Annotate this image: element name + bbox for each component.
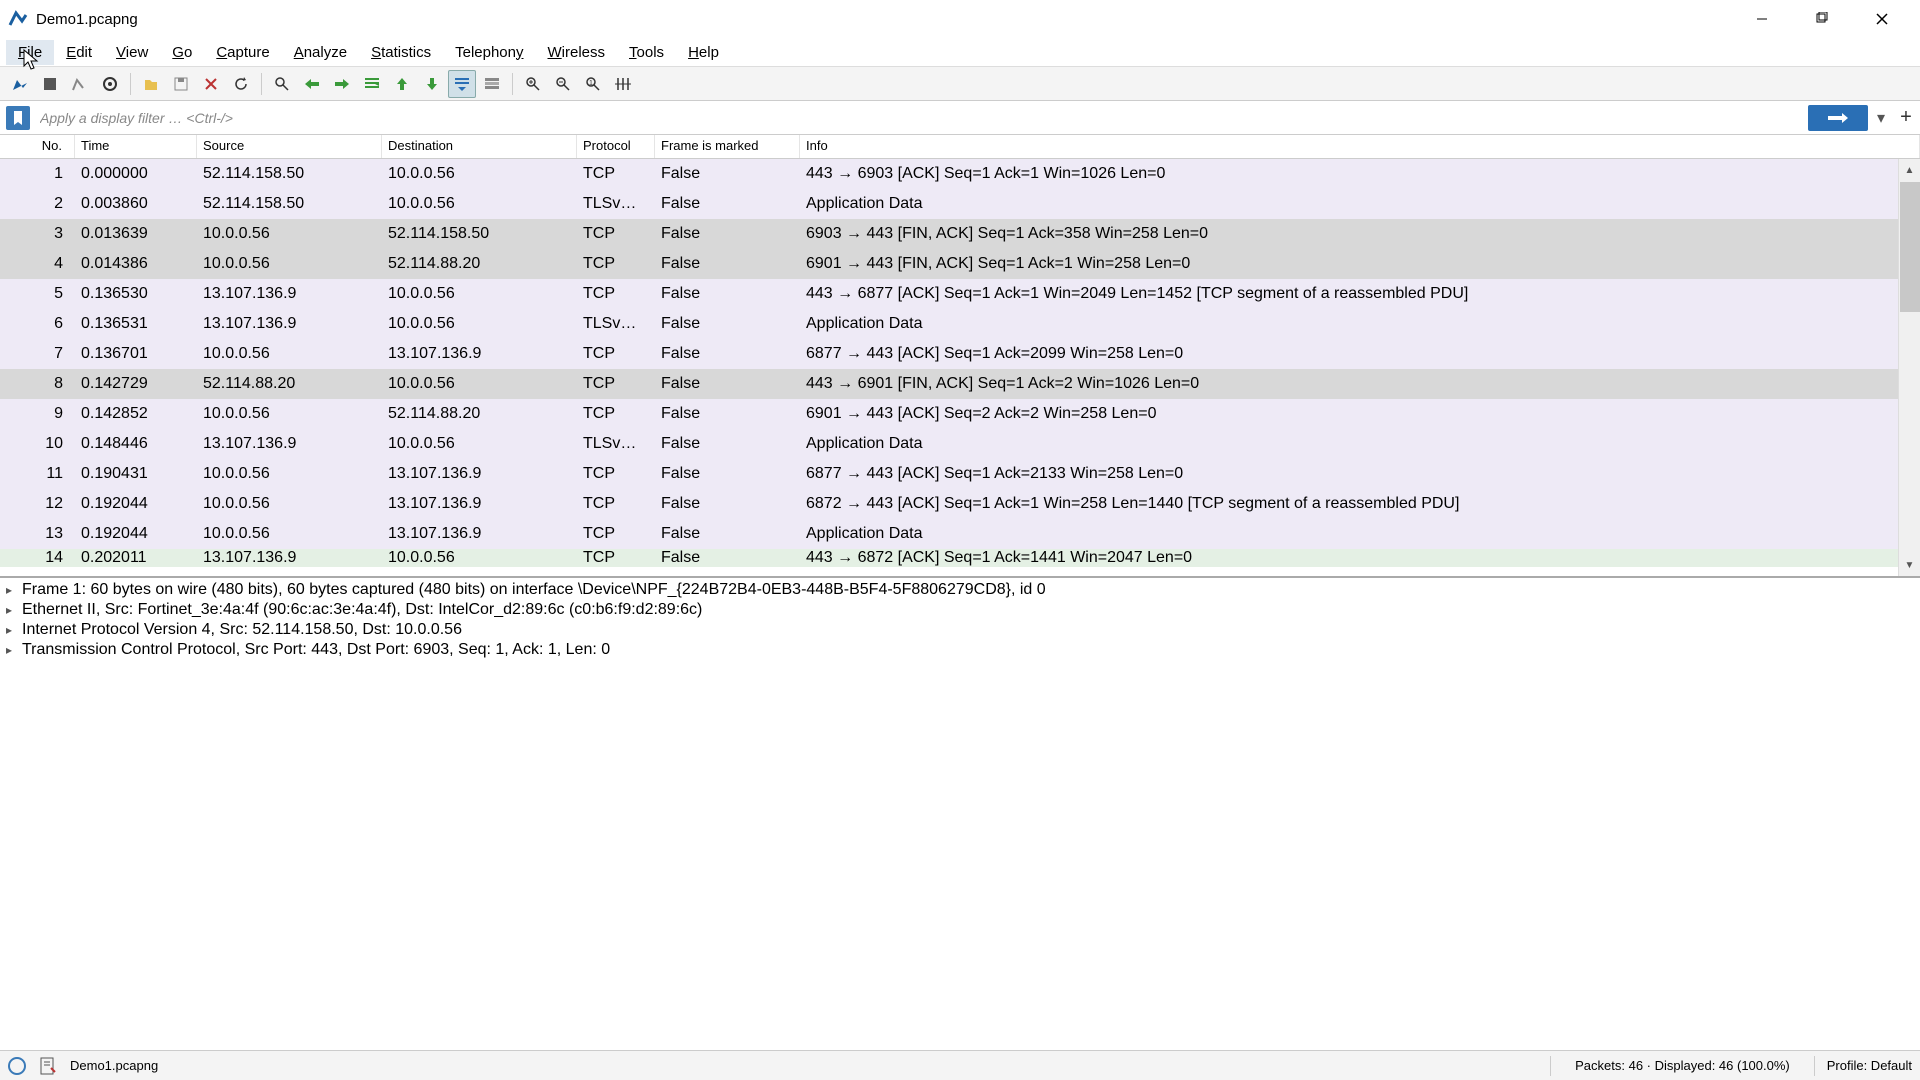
mouse-cursor-icon	[22, 48, 42, 72]
save-file-icon[interactable]	[167, 70, 195, 98]
stop-capture-icon[interactable]	[36, 70, 64, 98]
packet-row[interactable]: 100.14844613.107.136.910.0.0.56TLSv…Fals…	[0, 429, 1920, 459]
menu-telephony[interactable]: Telephony	[443, 40, 535, 65]
packet-row[interactable]: 80.14272952.114.88.2010.0.0.56TCPFalse44…	[0, 369, 1920, 399]
maximize-button[interactable]	[1792, 0, 1852, 38]
status-bar: Demo1.pcapng Packets: 46 · Displayed: 46…	[0, 1050, 1920, 1080]
menu-bar: File Edit View Go Capture Analyze Statis…	[0, 38, 1920, 67]
toolbar-separator	[512, 73, 513, 95]
menu-statistics[interactable]: Statistics	[359, 40, 443, 65]
packet-row[interactable]: 140.20201113.107.136.910.0.0.56TCPFalse4…	[0, 549, 1920, 567]
packet-row[interactable]: 90.14285210.0.0.5652.114.88.20TCPFalse69…	[0, 399, 1920, 429]
packet-list-header: No. Time Source Destination Protocol Fra…	[0, 135, 1920, 159]
start-capture-icon[interactable]	[6, 70, 34, 98]
go-last-icon[interactable]	[418, 70, 446, 98]
display-filter-input[interactable]	[34, 105, 1806, 131]
expert-info-icon[interactable]	[8, 1057, 26, 1075]
column-header-protocol[interactable]: Protocol	[577, 135, 655, 158]
status-packets: Packets: 46 · Displayed: 46 (100.0%)	[1575, 1058, 1790, 1073]
menu-go[interactable]: Go	[160, 40, 204, 65]
detail-ethernet[interactable]: ▸Ethernet II, Src: Fortinet_3e:4a:4f (90…	[0, 600, 1920, 620]
close-file-icon[interactable]	[197, 70, 225, 98]
menu-edit[interactable]: Edit	[54, 40, 104, 65]
toolbar-separator	[130, 73, 131, 95]
titlebar: Demo1.pcapng	[0, 0, 1920, 38]
close-button[interactable]	[1852, 0, 1912, 38]
svg-text:1: 1	[589, 80, 593, 87]
display-filter-bar: ▾ +	[0, 101, 1920, 135]
open-file-icon[interactable]	[137, 70, 165, 98]
column-header-source[interactable]: Source	[197, 135, 382, 158]
packet-details-pane[interactable]: ▸Frame 1: 60 bytes on wire (480 bits), 6…	[0, 578, 1920, 1046]
column-header-destination[interactable]: Destination	[382, 135, 577, 158]
scroll-up-icon[interactable]: ▲	[1899, 159, 1920, 181]
filter-history-dropdown[interactable]: ▾	[1870, 105, 1892, 131]
restart-capture-icon[interactable]	[66, 70, 94, 98]
window-title: Demo1.pcapng	[36, 11, 1732, 28]
toolbar-separator	[261, 73, 262, 95]
expand-icon[interactable]: ▸	[6, 583, 22, 597]
status-profile[interactable]: Profile: Default	[1827, 1058, 1912, 1073]
bookmark-filter-icon[interactable]	[6, 106, 30, 130]
detail-ip[interactable]: ▸Internet Protocol Version 4, Src: 52.11…	[0, 620, 1920, 640]
apply-filter-button[interactable]	[1808, 105, 1868, 131]
detail-tcp[interactable]: ▸Transmission Control Protocol, Src Port…	[0, 640, 1920, 660]
menu-tools[interactable]: Tools	[617, 40, 676, 65]
auto-scroll-icon[interactable]	[448, 70, 476, 98]
packet-row[interactable]: 120.19204410.0.0.5613.107.136.9TCPFalse6…	[0, 489, 1920, 519]
packet-row[interactable]: 70.13670110.0.0.5613.107.136.9TCPFalse68…	[0, 339, 1920, 369]
scroll-down-icon[interactable]: ▼	[1899, 554, 1920, 576]
packet-row[interactable]: 10.00000052.114.158.5010.0.0.56TCPFalse4…	[0, 159, 1920, 189]
menu-help[interactable]: Help	[676, 40, 731, 65]
resize-columns-icon[interactable]	[609, 70, 637, 98]
column-header-info[interactable]: Info	[800, 135, 1920, 158]
go-back-icon[interactable]	[298, 70, 326, 98]
detail-frame[interactable]: ▸Frame 1: 60 bytes on wire (480 bits), 6…	[0, 580, 1920, 600]
packet-row[interactable]: 60.13653113.107.136.910.0.0.56TLSv…False…	[0, 309, 1920, 339]
zoom-reset-icon[interactable]: 1	[579, 70, 607, 98]
add-filter-button[interactable]: +	[1892, 105, 1920, 131]
go-forward-icon[interactable]	[328, 70, 356, 98]
menu-analyze[interactable]: Analyze	[282, 40, 359, 65]
packet-row[interactable]: 50.13653013.107.136.910.0.0.56TCPFalse44…	[0, 279, 1920, 309]
colorize-icon[interactable]	[478, 70, 506, 98]
zoom-out-icon[interactable]	[549, 70, 577, 98]
column-header-marked[interactable]: Frame is marked	[655, 135, 800, 158]
packet-list-pane: No. Time Source Destination Protocol Fra…	[0, 135, 1920, 578]
menu-wireless[interactable]: Wireless	[536, 40, 618, 65]
go-to-packet-icon[interactable]	[358, 70, 386, 98]
column-header-time[interactable]: Time	[75, 135, 197, 158]
capture-options-icon[interactable]	[96, 70, 124, 98]
zoom-in-icon[interactable]	[519, 70, 547, 98]
packet-row[interactable]: 110.19043110.0.0.5613.107.136.9TCPFalse6…	[0, 459, 1920, 489]
capture-file-props-icon[interactable]	[38, 1056, 58, 1076]
packet-list[interactable]: ▲ ▼ 10.00000052.114.158.5010.0.0.56TCPFa…	[0, 159, 1920, 576]
packet-row[interactable]: 130.19204410.0.0.5613.107.136.9TCPFalseA…	[0, 519, 1920, 549]
reload-file-icon[interactable]	[227, 70, 255, 98]
packet-row[interactable]: 40.01438610.0.0.5652.114.88.20TCPFalse69…	[0, 249, 1920, 279]
column-header-no[interactable]: No.	[0, 135, 75, 158]
expand-icon[interactable]: ▸	[6, 603, 22, 617]
packet-list-scrollbar[interactable]: ▲ ▼	[1898, 159, 1920, 576]
status-filename: Demo1.pcapng	[70, 1058, 1538, 1073]
menu-capture[interactable]: Capture	[204, 40, 281, 65]
minimize-button[interactable]	[1732, 0, 1792, 38]
scrollbar-thumb[interactable]	[1900, 182, 1920, 312]
toolbar: 1	[0, 67, 1920, 101]
expand-icon[interactable]: ▸	[6, 643, 22, 657]
packet-row[interactable]: 30.01363910.0.0.5652.114.158.50TCPFalse6…	[0, 219, 1920, 249]
menu-view[interactable]: View	[104, 40, 160, 65]
wireshark-app-icon	[8, 9, 28, 29]
expand-icon[interactable]: ▸	[6, 623, 22, 637]
go-first-icon[interactable]	[388, 70, 416, 98]
find-packet-icon[interactable]	[268, 70, 296, 98]
packet-row[interactable]: 20.00386052.114.158.5010.0.0.56TLSv…Fals…	[0, 189, 1920, 219]
